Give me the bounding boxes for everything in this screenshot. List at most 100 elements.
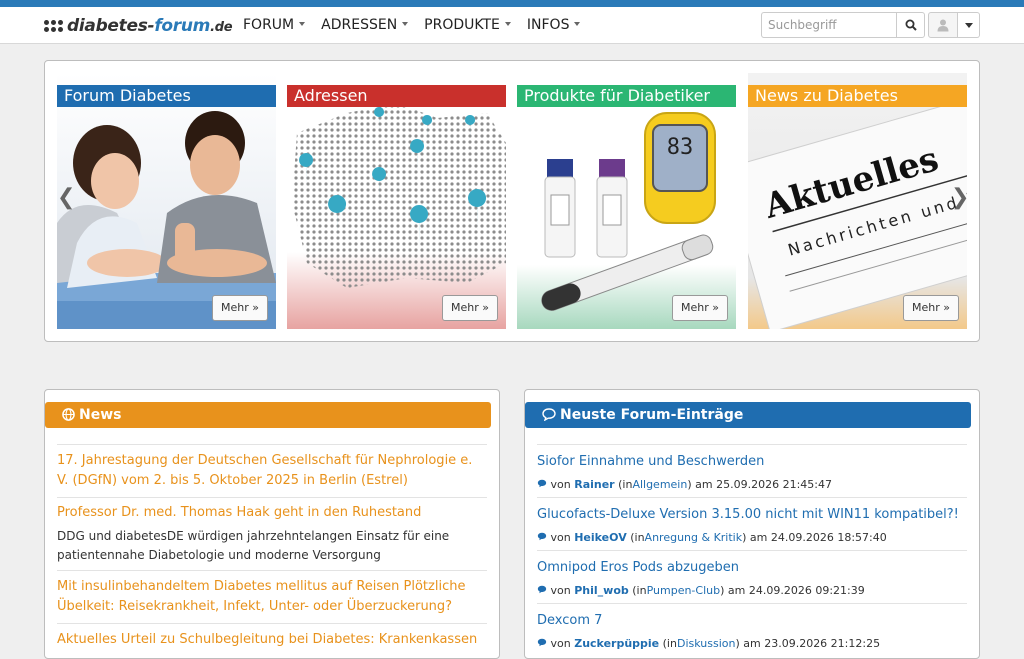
forum-entry-title[interactable]: Dexcom 7	[537, 612, 967, 630]
meta-am: ) am	[742, 531, 768, 544]
meta-am: ) am	[720, 584, 746, 597]
mehr-button[interactable]: Mehr »	[903, 295, 959, 321]
meta-in: (in	[662, 637, 677, 650]
caret-down-icon	[504, 22, 511, 26]
entry-date: 25.09.2026 21:45:47	[716, 478, 832, 491]
mehr-button[interactable]: Mehr »	[442, 295, 498, 321]
meta-von: von	[550, 637, 571, 650]
comment-icon	[537, 638, 547, 647]
author-link[interactable]: Phil_wob	[574, 584, 629, 597]
forum-entry-title[interactable]: Siofor Einnahme und Beschwerden	[537, 453, 967, 471]
mehr-button[interactable]: Mehr »	[212, 295, 268, 321]
forum-panel-title: Neuste Forum-Einträge	[560, 407, 744, 423]
search-input[interactable]	[761, 12, 896, 38]
logo-highlight: forum	[154, 16, 211, 36]
slide-title: News zu Diabetes	[748, 85, 967, 107]
slide-adressen[interactable]: Adressen Mehr »	[287, 73, 506, 329]
main-menu: FORUM ADRESSEN PRODUKTE INFOS	[243, 7, 596, 44]
caret-down-icon	[299, 22, 306, 26]
user-menu-toggle[interactable]	[958, 12, 980, 38]
news-item-title[interactable]: 17. Jahrestagung der Deutschen Gesellsch…	[57, 451, 487, 491]
entry-date: 24.09.2026 09:21:39	[748, 584, 865, 597]
news-item-title[interactable]: Professor Dr. med. Thomas Haak geht in d…	[57, 503, 487, 523]
meta-am: ) am	[735, 637, 761, 650]
logo-tld: .de	[210, 20, 233, 35]
author-link[interactable]: Zuckerpüppie	[574, 637, 659, 650]
carousel-prev-arrow[interactable]: ❮	[57, 187, 75, 209]
navbar: diabetes-forum.de FORUM ADRESSEN PRODUKT…	[0, 7, 1024, 44]
slide-news[interactable]: Aktuelles Nachrichten und Even News zu D…	[748, 73, 967, 329]
news-panel: News 17. Jahrestagung der Deutschen Gese…	[44, 389, 500, 659]
logo-prefix: diabetes-	[67, 16, 155, 36]
forum-entry-meta: von HeikeOV (inAnregung & Kritik) am 24.…	[537, 530, 967, 546]
meta-in: (in	[618, 478, 633, 491]
menu-item-label: PRODUKTE	[424, 17, 500, 33]
logo-text: diabetes-forum.de	[67, 16, 233, 36]
category-link[interactable]: Allgemein	[632, 478, 687, 491]
forum-entry-title[interactable]: Glucofacts-Deluxe Version 3.15.00 nicht …	[537, 506, 967, 524]
author-link[interactable]: Rainer	[574, 478, 614, 491]
slide-title: Produkte für Diabetiker	[517, 85, 736, 107]
germany-map-image	[287, 73, 506, 329]
meta-in: (in	[630, 531, 645, 544]
mehr-button[interactable]: Mehr »	[672, 295, 728, 321]
slide-produkte[interactable]: 83 Produkte für Diabetiker Mehr »	[517, 73, 736, 329]
news-item: Mit insulinbehandeltem Diabetes mellitus…	[57, 570, 487, 623]
menu-item-label: FORUM	[243, 17, 295, 33]
meta-von: von	[550, 531, 571, 544]
menu-item-label: ADRESSEN	[321, 17, 398, 33]
menu-item-label: INFOS	[526, 17, 570, 33]
comment-icon	[542, 408, 556, 422]
caret-down-icon	[574, 22, 581, 26]
user-icon	[937, 19, 949, 32]
forum-entry: Glucofacts-Deluxe Version 3.15.00 nicht …	[537, 497, 967, 550]
meta-am: ) am	[687, 478, 713, 491]
forum-entry-meta: von Phil_wob (inPumpen-Club) am 24.09.20…	[537, 583, 967, 599]
carousel-next-arrow[interactable]: ❯	[951, 187, 969, 209]
search-button[interactable]	[896, 12, 925, 38]
comment-icon	[537, 479, 547, 488]
category-link[interactable]: Diskussion	[677, 637, 735, 650]
news-panel-header: News	[45, 402, 491, 428]
comment-icon	[537, 585, 547, 594]
news-item: 17. Jahrestagung der Deutschen Gesellsch…	[57, 444, 487, 497]
slide-title: Adressen	[287, 85, 506, 107]
menu-item-infos[interactable]: INFOS	[527, 7, 581, 44]
caret-down-icon	[402, 22, 409, 26]
news-item-title[interactable]: Aktuelles Urteil zu Schulbegleitung bei …	[57, 630, 487, 650]
meter-reading: 83	[667, 135, 694, 160]
forum-entry: Dexcom 7 von Zuckerpüppie (inDiskussion)…	[537, 603, 967, 656]
forum-panel: Neuste Forum-Einträge Siofor Einnahme un…	[524, 389, 980, 659]
feature-carousel: Forum Diabetes Mehr » Adressen Mehr » 83…	[44, 60, 980, 342]
news-item: Professor Dr. med. Thomas Haak geht in d…	[57, 497, 487, 570]
forum-entry-title[interactable]: Omnipod Eros Pods abzugeben	[537, 559, 967, 577]
globe-icon	[62, 408, 75, 421]
entry-date: 23.09.2026 21:12:25	[764, 637, 881, 650]
logo-dots-icon	[44, 20, 63, 32]
search-icon	[905, 19, 917, 31]
category-link[interactable]: Anregung & Kritik	[645, 531, 743, 544]
news-item-description: DDG und diabetesDE würdigen jahrzehntela…	[57, 529, 450, 562]
site-logo[interactable]: diabetes-forum.de	[44, 15, 233, 37]
author-link[interactable]: HeikeOV	[574, 531, 627, 544]
meta-von: von	[550, 478, 571, 491]
entry-date: 24.09.2026 18:57:40	[770, 531, 887, 544]
user-menu-button[interactable]	[928, 12, 958, 38]
meta-in: (in	[632, 584, 647, 597]
menu-item-adressen[interactable]: ADRESSEN	[321, 7, 409, 44]
news-item: Aktuelles Urteil zu Schulbegleitung bei …	[57, 623, 487, 658]
newspaper-image: Aktuelles Nachrichten und Even	[748, 73, 967, 329]
slide-forum-diabetes[interactable]: Forum Diabetes Mehr »	[57, 73, 276, 329]
forum-entry: Siofor Einnahme und Beschwerden von Rain…	[537, 444, 967, 497]
menu-item-forum[interactable]: FORUM	[243, 7, 306, 44]
couple-photo	[57, 73, 276, 329]
top-accent-bar	[0, 0, 1024, 7]
glucose-meter-image: 83	[517, 73, 736, 329]
caret-down-icon	[964, 22, 973, 28]
news-item-title[interactable]: Mit insulinbehandeltem Diabetes mellitus…	[57, 577, 487, 617]
slide-title: Forum Diabetes	[57, 85, 276, 107]
category-link[interactable]: Pumpen-Club	[647, 584, 721, 597]
forum-panel-header: Neuste Forum-Einträge	[525, 402, 971, 428]
forum-entry: Omnipod Eros Pods abzugeben von Phil_wob…	[537, 550, 967, 603]
menu-item-produkte[interactable]: PRODUKTE	[424, 7, 511, 44]
